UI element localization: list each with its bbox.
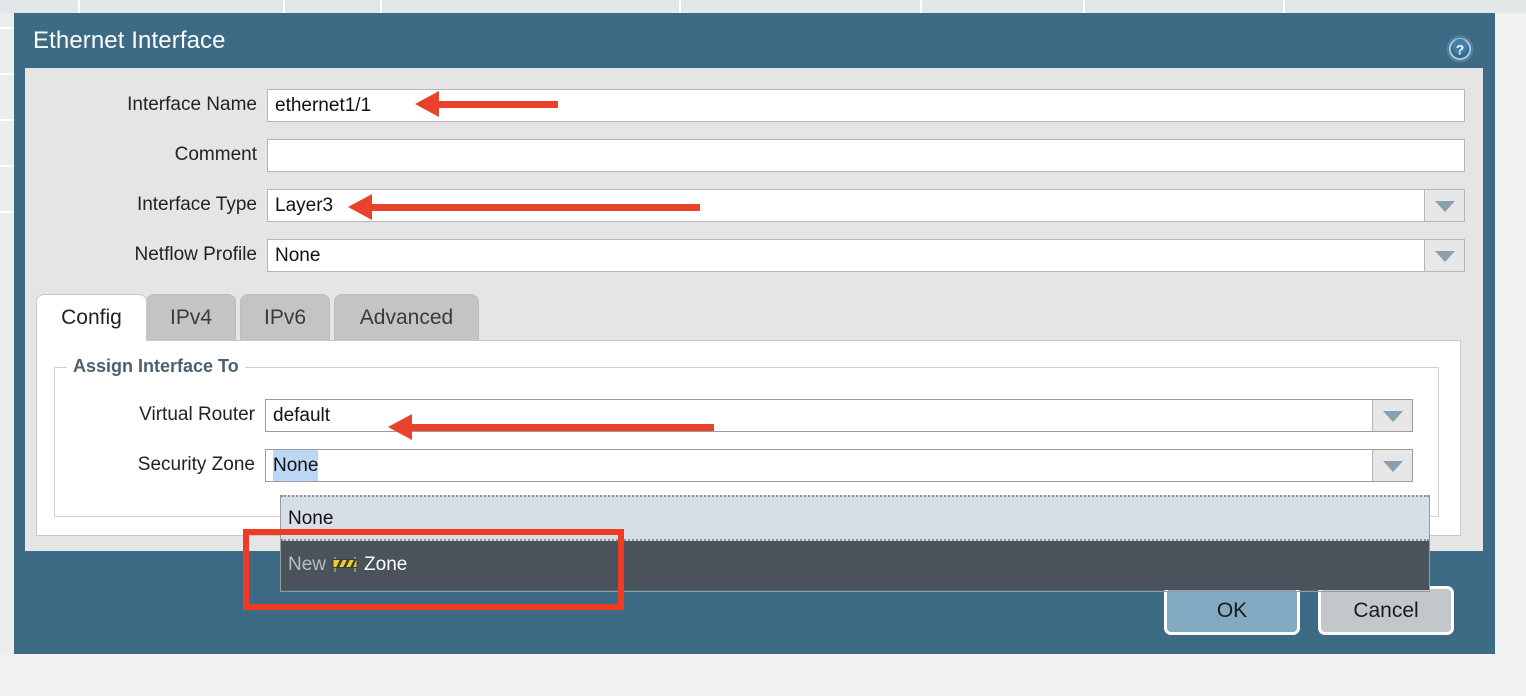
dialog-titlebar: Ethernet Interface ? bbox=[14, 13, 1495, 68]
triangle-down-glyph bbox=[1434, 250, 1455, 262]
label-virtual-router: Virtual Router bbox=[139, 404, 255, 425]
value-netflow-profile: None bbox=[275, 245, 321, 266]
background-grid-header bbox=[0, 0, 1526, 13]
grid-column-divider bbox=[380, 0, 382, 13]
triangle-down-glyph bbox=[1382, 410, 1403, 422]
tab-config[interactable]: Config bbox=[36, 294, 147, 341]
value-interface-type: Layer3 bbox=[275, 195, 334, 216]
svg-text:?: ? bbox=[1456, 41, 1465, 57]
grid-column-divider bbox=[1283, 0, 1285, 13]
grid-row-divider bbox=[0, 27, 14, 29]
dialog-title: Ethernet Interface bbox=[33, 27, 226, 54]
form-row-netflow-profile: Netflow Profile None bbox=[25, 236, 1465, 274]
tab-advanced[interactable]: Advanced bbox=[334, 294, 479, 341]
grid-column-divider bbox=[679, 0, 681, 13]
highlight-box-around-new-zone-option bbox=[243, 529, 624, 610]
background-left-strip bbox=[0, 13, 14, 654]
arrow-head bbox=[415, 91, 439, 117]
ok-button[interactable]: OK bbox=[1164, 586, 1300, 635]
label-comment: Comment bbox=[174, 144, 257, 165]
arrow-shaft bbox=[432, 101, 558, 108]
label-netflow-profile: Netflow Profile bbox=[134, 244, 258, 265]
arrow-shaft bbox=[405, 424, 714, 431]
cancel-button[interactable]: Cancel bbox=[1318, 586, 1454, 635]
input-comment[interactable] bbox=[267, 139, 1465, 172]
grid-column-divider bbox=[283, 0, 285, 13]
form-row-comment: Comment bbox=[25, 136, 1465, 174]
arrow-pointing-to-interface-name bbox=[415, 91, 558, 117]
fieldset-legend: Assign Interface To bbox=[67, 356, 245, 377]
tab-ipv6[interactable]: IPv6 bbox=[240, 294, 330, 341]
form-row-security-zone: Security Zone None bbox=[55, 446, 1435, 484]
chevron-down-icon[interactable] bbox=[1424, 190, 1464, 221]
form-row-interface-name: Interface Name ethernet1/1 bbox=[25, 86, 1465, 124]
help-question-icon[interactable]: ? bbox=[1446, 35, 1474, 63]
arrow-head bbox=[388, 414, 412, 440]
dialog-body: Interface Name ethernet1/1 Comment Inter… bbox=[25, 68, 1483, 551]
chevron-down-icon[interactable] bbox=[1372, 450, 1412, 481]
grid-column-divider bbox=[920, 0, 922, 13]
select-security-zone[interactable]: None bbox=[265, 449, 1413, 482]
grid-row-divider bbox=[0, 211, 14, 213]
tab-ipv4[interactable]: IPv4 bbox=[146, 294, 236, 341]
triangle-down-glyph bbox=[1434, 200, 1455, 212]
value-interface-name: ethernet1/1 bbox=[275, 95, 372, 116]
label-interface-name: Interface Name bbox=[127, 94, 257, 115]
label-interface-type: Interface Type bbox=[136, 194, 257, 215]
chevron-down-icon[interactable] bbox=[1372, 400, 1412, 431]
arrow-pointing-to-virtual-router bbox=[388, 414, 714, 440]
grid-column-divider bbox=[78, 0, 80, 13]
value-virtual-router: default bbox=[273, 405, 331, 426]
form-row-interface-type: Interface Type Layer3 bbox=[25, 186, 1465, 224]
arrow-shaft bbox=[365, 204, 700, 211]
grid-row-divider bbox=[0, 165, 14, 167]
triangle-down-glyph bbox=[1382, 460, 1403, 472]
grid-row-divider bbox=[0, 119, 14, 121]
select-netflow-profile[interactable]: None bbox=[267, 239, 1465, 272]
grid-row-divider bbox=[0, 73, 14, 75]
form-row-virtual-router: Virtual Router default bbox=[55, 396, 1435, 434]
arrow-pointing-to-interface-type bbox=[348, 194, 700, 220]
label-security-zone: Security Zone bbox=[137, 454, 255, 475]
grid-column-divider bbox=[1083, 0, 1085, 13]
arrow-head bbox=[348, 194, 372, 220]
value-security-zone: None bbox=[273, 450, 319, 481]
chevron-down-icon[interactable] bbox=[1424, 240, 1464, 271]
